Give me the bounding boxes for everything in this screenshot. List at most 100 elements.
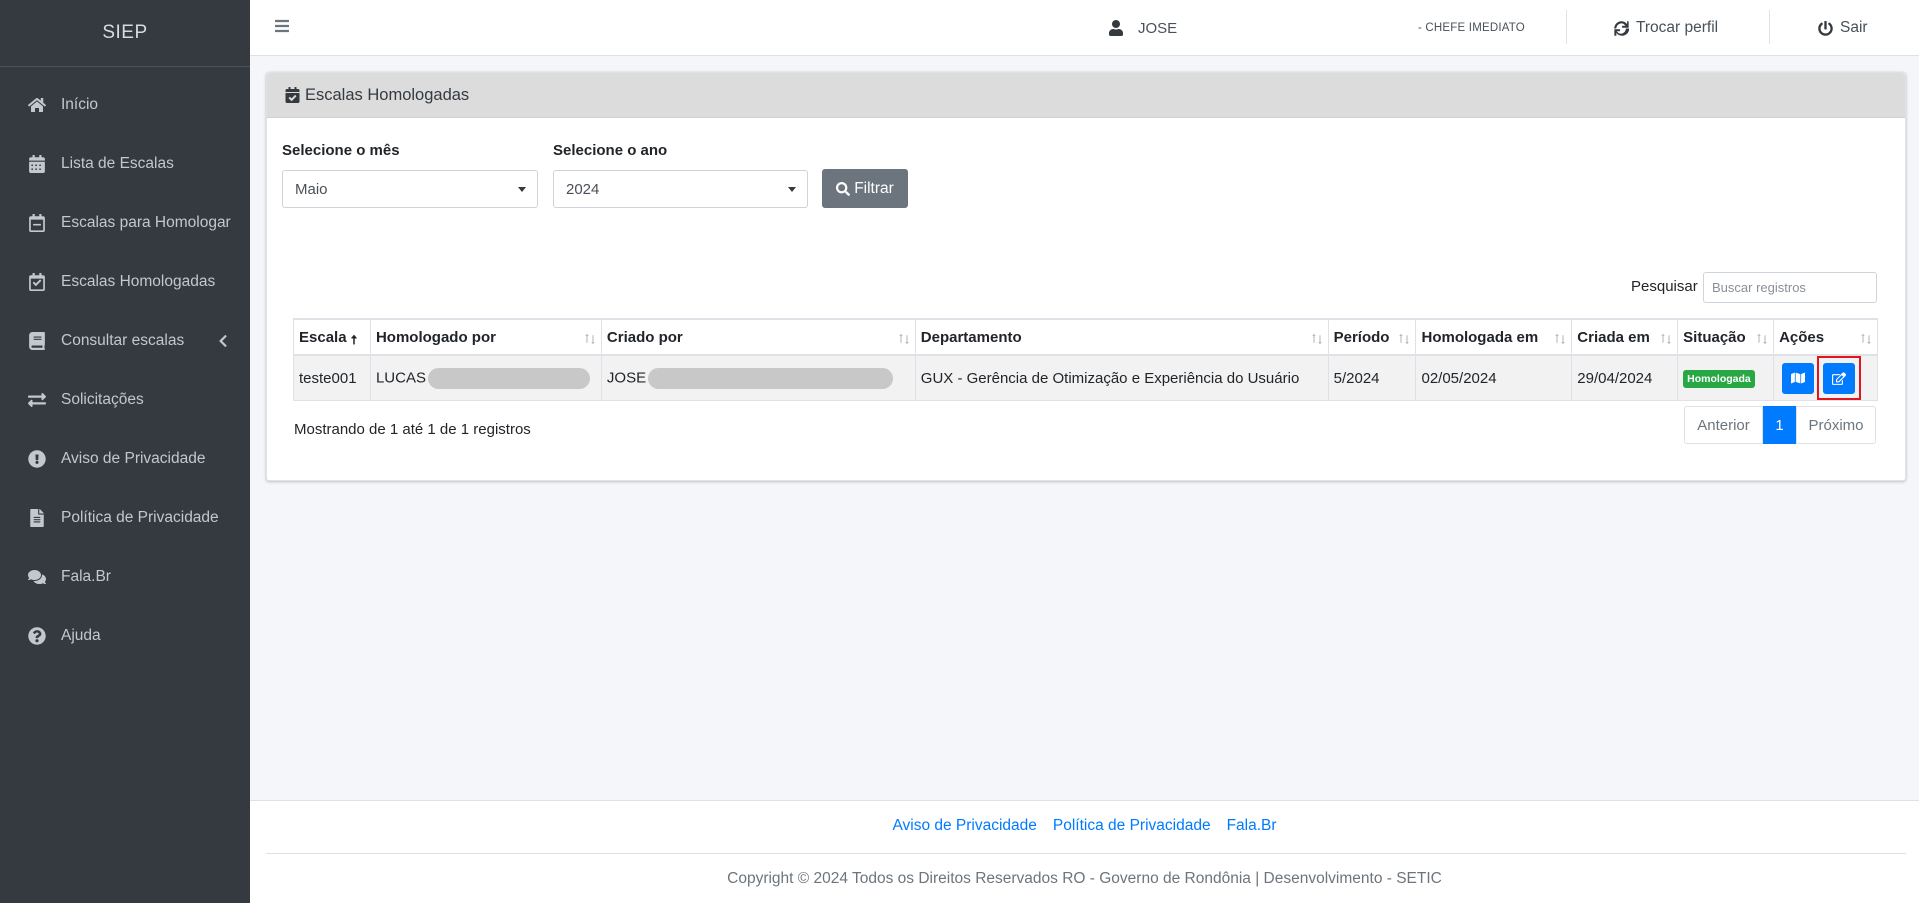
col-acoes[interactable]: Ações bbox=[1773, 318, 1878, 356]
footer: Aviso de Privacidade Política de Privaci… bbox=[250, 800, 1919, 903]
card-title: Escalas Homologadas bbox=[305, 85, 470, 104]
year-select[interactable]: 2024 bbox=[553, 170, 808, 208]
sort-up-icon bbox=[349, 332, 359, 345]
sidebar-item-label: Aviso de Privacidade bbox=[61, 449, 206, 467]
view-map-button[interactable] bbox=[1782, 362, 1815, 394]
calendar-check-icon bbox=[26, 271, 48, 293]
col-departamento[interactable]: Departamento bbox=[914, 318, 1329, 356]
copyright-text: Copyright © 2024 Todos os Direitos Reser… bbox=[727, 870, 1442, 887]
sort-icon bbox=[1398, 332, 1410, 345]
sidebar-item-fala-br[interactable]: Fala.Br bbox=[0, 547, 250, 606]
sidebar-item-label: Política de Privacidade bbox=[61, 508, 219, 526]
cell-situacao: Homologada bbox=[1677, 354, 1775, 401]
logout-label: Sair bbox=[1840, 19, 1868, 36]
cell-criada-em: 29/04/2024 bbox=[1571, 354, 1679, 401]
divider bbox=[1769, 10, 1770, 44]
power-off-icon bbox=[1818, 20, 1833, 36]
pagination: Anterior 1 Próximo bbox=[1684, 406, 1876, 444]
caret-down-icon bbox=[788, 187, 796, 192]
filter-button[interactable]: Filtrar bbox=[822, 169, 908, 208]
book-icon bbox=[26, 330, 48, 352]
exclamation-circle-icon bbox=[26, 448, 48, 470]
month-label: Selecione o mês bbox=[282, 142, 400, 159]
month-select[interactable]: Maio bbox=[282, 170, 538, 208]
sidebar-item-label: Consultar escalas bbox=[61, 331, 185, 349]
status-badge: Homologada bbox=[1683, 369, 1755, 388]
col-criado-por[interactable]: Criado por bbox=[600, 318, 916, 356]
year-select-value: 2024 bbox=[566, 180, 600, 198]
sidebar-item-solicitacoes[interactable]: Solicitações bbox=[0, 370, 250, 429]
comments-icon bbox=[26, 566, 48, 588]
cell-criado-por: JOSE bbox=[600, 354, 916, 401]
sidebar-item-label: Solicitações bbox=[61, 390, 144, 408]
sort-icon bbox=[584, 332, 596, 345]
sort-icon bbox=[1311, 332, 1323, 345]
user-name: JOSE bbox=[1138, 19, 1178, 37]
footer-link-aviso-privacidade[interactable]: Aviso de Privacidade bbox=[892, 817, 1036, 835]
cell-homologado-por: LUCAS bbox=[369, 354, 602, 401]
sidebar-item-label: Início bbox=[61, 95, 99, 113]
footer-link-fala-br[interactable]: Fala.Br bbox=[1227, 817, 1277, 835]
cell-departamento: GUX - Gerência de Otimização e Experiênc… bbox=[914, 354, 1329, 401]
logout-button[interactable]: Sair bbox=[1818, 0, 1868, 56]
caret-down-icon bbox=[518, 187, 526, 192]
sidebar-item-escalas-homologadas[interactable]: Escalas Homologadas bbox=[0, 252, 250, 311]
prev-page-button[interactable]: Anterior bbox=[1684, 406, 1763, 444]
brand-title[interactable]: SIEP bbox=[0, 0, 250, 67]
sidebar-item-politica-privacidade[interactable]: Política de Privacidade bbox=[0, 488, 250, 547]
sort-icon bbox=[1756, 332, 1768, 345]
edit-button[interactable] bbox=[1823, 362, 1856, 394]
top-navbar: JOSE - CHEFE IMEDIATO Trocar perfil Sair bbox=[250, 0, 1919, 56]
footer-link-politica-privacidade[interactable]: Política de Privacidade bbox=[1053, 817, 1211, 835]
sort-icon bbox=[1554, 332, 1566, 345]
file-icon bbox=[26, 507, 48, 529]
filter-button-label: Filtrar bbox=[854, 179, 894, 197]
calendar-check-icon bbox=[285, 87, 300, 103]
sidebar-item-escalas-homologar[interactable]: Escalas para Homologar bbox=[0, 193, 250, 252]
year-label: Selecione o ano bbox=[553, 142, 668, 159]
sort-icon bbox=[1860, 332, 1872, 345]
col-situacao[interactable]: Situação bbox=[1677, 318, 1775, 356]
page-1-button[interactable]: 1 bbox=[1763, 406, 1796, 444]
col-periodo[interactable]: Período bbox=[1327, 318, 1417, 356]
next-page-button[interactable]: Próximo bbox=[1796, 406, 1876, 444]
redacted-text bbox=[427, 367, 590, 389]
sort-icon bbox=[898, 332, 910, 345]
hamburger-menu-icon[interactable] bbox=[274, 18, 290, 34]
escalas-homologadas-card: Escalas Homologadas Selecione o mês Maio… bbox=[266, 72, 1906, 481]
sidebar-item-label: Ajuda bbox=[61, 626, 101, 644]
col-homologada-em[interactable]: Homologada em bbox=[1415, 318, 1573, 356]
exchange-icon bbox=[26, 389, 48, 411]
col-homologado-por[interactable]: Homologado por bbox=[369, 318, 602, 356]
sidebar-nav: Início Lista de Escalas Escalas para Hom… bbox=[0, 67, 250, 665]
col-criada-em[interactable]: Criada em bbox=[1571, 318, 1679, 356]
highlight-frame bbox=[1817, 356, 1862, 400]
sidebar-item-lista-escalas[interactable]: Lista de Escalas bbox=[0, 134, 250, 193]
footer-links: Aviso de Privacidade Política de Privaci… bbox=[250, 801, 1919, 851]
switch-profile-label: Trocar perfil bbox=[1636, 19, 1719, 36]
sidebar-item-inicio[interactable]: Início bbox=[0, 75, 250, 134]
search-input[interactable] bbox=[1703, 272, 1877, 303]
sidebar-item-consultar-escalas[interactable]: Consultar escalas bbox=[0, 311, 250, 370]
cell-periodo: 5/2024 bbox=[1327, 354, 1417, 401]
month-select-value: Maio bbox=[295, 180, 328, 198]
table-row: teste001 LUCAS JOSE GUX - Gerência de Ot… bbox=[293, 354, 1878, 401]
col-escala[interactable]: Escala bbox=[293, 318, 371, 356]
sidebar-item-aviso-privacidade[interactable]: Aviso de Privacidade bbox=[0, 429, 250, 488]
cell-homologada-em: 02/05/2024 bbox=[1415, 354, 1573, 401]
calendar-minus-icon bbox=[26, 212, 48, 234]
sidebar-item-label: Escalas para Homologar bbox=[61, 213, 231, 231]
question-circle-icon bbox=[26, 625, 48, 647]
map-icon bbox=[1791, 372, 1806, 384]
switch-profile-button[interactable]: Trocar perfil bbox=[1614, 0, 1718, 56]
sidebar-item-label: Escalas Homologadas bbox=[61, 272, 216, 290]
search-icon bbox=[836, 181, 851, 196]
user-role: - CHEFE IMEDIATO bbox=[1418, 22, 1525, 34]
card-header: Escalas Homologadas bbox=[267, 73, 1905, 118]
home-icon bbox=[26, 94, 48, 116]
cell-acoes bbox=[1773, 354, 1878, 401]
escalas-table: Escala Homologado por Criado por Departa… bbox=[293, 318, 1878, 401]
sidebar-item-ajuda[interactable]: Ajuda bbox=[0, 606, 250, 665]
sync-icon bbox=[1614, 20, 1629, 36]
cell-escala: teste001 bbox=[293, 354, 371, 401]
